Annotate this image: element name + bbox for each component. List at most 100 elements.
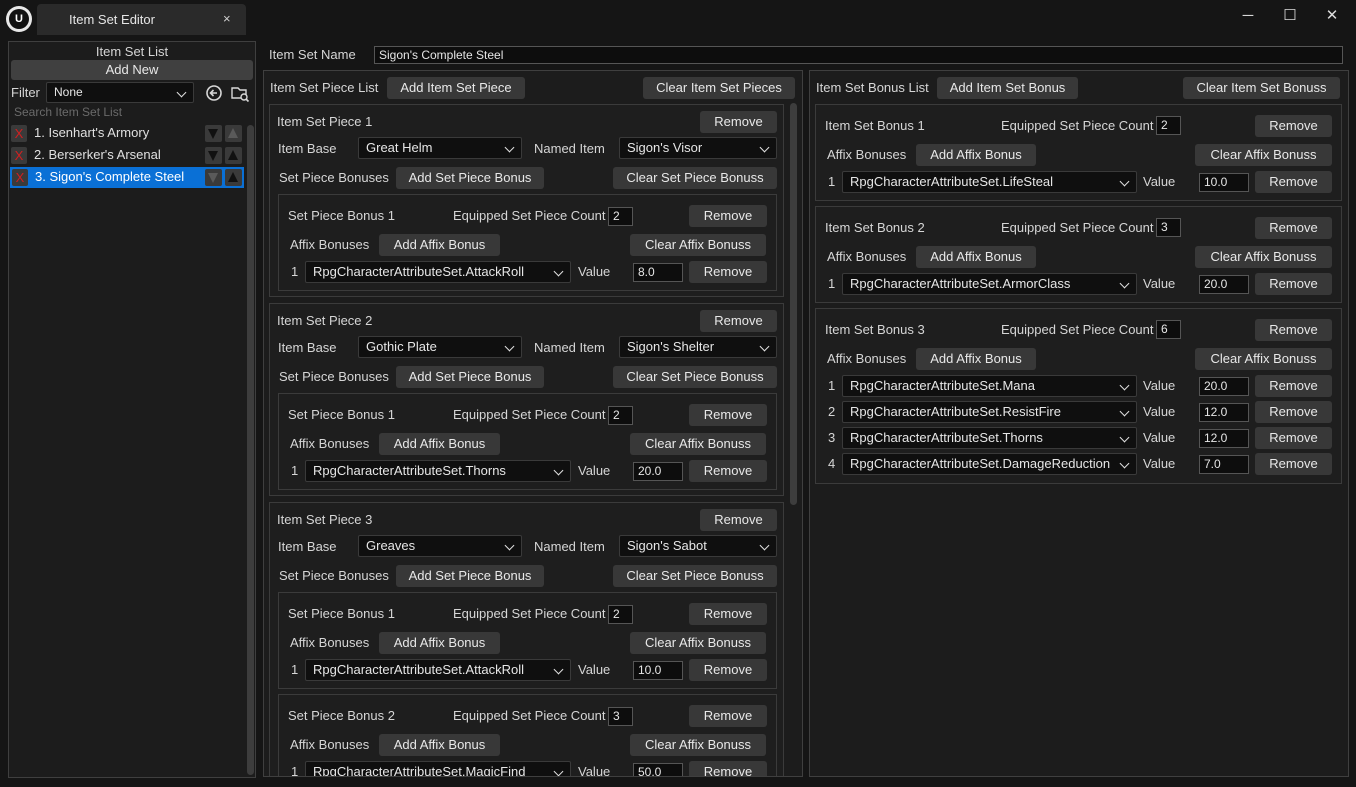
item-set-name-input[interactable]: Sigon's Complete Steel [374, 46, 1343, 64]
close-window-icon[interactable]: ✕ [1317, 5, 1347, 27]
list-item-selected[interactable]: X 3. Sigon's Complete Steel [10, 167, 244, 188]
equipped-count-input[interactable]: 2 [608, 207, 633, 226]
remove-affix-button[interactable]: Remove [1255, 375, 1332, 397]
affix-value-input[interactable]: 20.0 [633, 462, 683, 481]
remove-piece-button[interactable]: Remove [700, 509, 777, 531]
affix-attribute-dropdown[interactable]: RpgCharacterAttributeSet.Mana [842, 375, 1137, 397]
remove-affix-button[interactable]: Remove [1255, 171, 1332, 193]
add-item-set-piece-button[interactable]: Add Item Set Piece [387, 77, 525, 99]
item-base-dropdown[interactable]: Greaves [358, 535, 522, 557]
add-affix-bonus-button[interactable]: Add Affix Bonus [916, 246, 1036, 268]
add-affix-bonus-button[interactable]: Add Affix Bonus [379, 433, 500, 455]
affix-attribute-dropdown[interactable]: RpgCharacterAttributeSet.Thorns [842, 427, 1137, 449]
equipped-count-input[interactable]: 2 [1156, 116, 1181, 135]
add-affix-bonus-button[interactable]: Add Affix Bonus [379, 234, 500, 256]
add-affix-bonus-button[interactable]: Add Affix Bonus [379, 734, 500, 756]
add-affix-bonus-button[interactable]: Add Affix Bonus [379, 632, 500, 654]
remove-affix-button[interactable]: Remove [689, 261, 767, 283]
add-new-button[interactable]: Add New [11, 60, 253, 80]
filter-dropdown[interactable]: None [46, 82, 194, 103]
affix-value-input[interactable]: 12.0 [1199, 429, 1249, 448]
equipped-count-input[interactable]: 6 [1156, 320, 1181, 339]
clear-affix-bonuss-button[interactable]: Clear Affix Bonuss [630, 734, 766, 756]
maximize-icon[interactable]: ☐ [1275, 5, 1305, 27]
affix-value-input[interactable]: 12.0 [1199, 403, 1249, 422]
add-set-piece-bonus-button[interactable]: Add Set Piece Bonus [396, 167, 544, 189]
equipped-count-input[interactable]: 2 [608, 406, 633, 425]
remove-bonus-button[interactable]: Remove [689, 205, 767, 227]
equipped-count-input[interactable]: 2 [608, 605, 633, 624]
affix-attribute-dropdown[interactable]: RpgCharacterAttributeSet.Thorns [305, 460, 571, 482]
remove-item-icon[interactable]: X [12, 169, 28, 186]
remove-bonus-button[interactable]: Remove [689, 603, 767, 625]
remove-bonus-button[interactable]: Remove [1255, 115, 1332, 137]
named-item-dropdown[interactable]: Sigon's Sabot [619, 535, 777, 557]
item-base-dropdown[interactable]: Great Helm [358, 137, 522, 159]
move-up-icon[interactable] [225, 125, 242, 142]
affix-value-input[interactable]: 50.0 [633, 763, 683, 776]
clear-affix-bonuss-button[interactable]: Clear Affix Bonuss [1195, 348, 1332, 370]
affix-attribute-dropdown[interactable]: RpgCharacterAttributeSet.AttackRoll [305, 261, 571, 283]
list-item[interactable]: X 1. Isenhart's Armory [9, 123, 243, 144]
clear-set-piece-bonuss-button[interactable]: Clear Set Piece Bonuss [613, 565, 777, 587]
browse-folder-icon[interactable] [230, 83, 250, 103]
add-item-set-bonus-button[interactable]: Add Item Set Bonus [937, 77, 1078, 99]
add-affix-bonus-button[interactable]: Add Affix Bonus [916, 348, 1036, 370]
sidebar-scrollbar[interactable] [247, 125, 254, 775]
clear-set-piece-bonuss-button[interactable]: Clear Set Piece Bonuss [613, 366, 777, 388]
remove-item-icon[interactable]: X [11, 147, 27, 164]
list-item[interactable]: X 2. Berserker's Arsenal [9, 145, 243, 166]
clear-set-piece-bonuss-button[interactable]: Clear Set Piece Bonuss [613, 167, 777, 189]
remove-affix-button[interactable]: Remove [1255, 273, 1332, 295]
remove-affix-button[interactable]: Remove [1255, 453, 1332, 475]
affix-value-input[interactable]: 8.0 [633, 263, 683, 282]
add-set-piece-bonus-button[interactable]: Add Set Piece Bonus [396, 565, 544, 587]
affix-value-input[interactable]: 20.0 [1199, 377, 1249, 396]
add-affix-bonus-button[interactable]: Add Affix Bonus [916, 144, 1036, 166]
remove-bonus-button[interactable]: Remove [1255, 217, 1332, 239]
tab-item-set-editor[interactable]: Item Set Editor × [37, 4, 246, 35]
named-item-dropdown[interactable]: Sigon's Visor [619, 137, 777, 159]
remove-affix-button[interactable]: Remove [689, 460, 767, 482]
move-up-icon[interactable] [225, 169, 242, 186]
remove-affix-button[interactable]: Remove [689, 659, 767, 681]
affix-attribute-dropdown[interactable]: RpgCharacterAttributeSet.MagicFind [305, 761, 571, 776]
remove-affix-button[interactable]: Remove [1255, 401, 1332, 423]
navigate-back-icon[interactable] [205, 84, 223, 102]
equipped-count-input[interactable]: 3 [608, 707, 633, 726]
clear-affix-bonuss-button[interactable]: Clear Affix Bonuss [630, 234, 766, 256]
named-item-dropdown[interactable]: Sigon's Shelter [619, 336, 777, 358]
clear-affix-bonuss-button[interactable]: Clear Affix Bonuss [630, 433, 766, 455]
tab-close-icon[interactable]: × [223, 11, 231, 26]
affix-attribute-dropdown[interactable]: RpgCharacterAttributeSet.LifeSteal [842, 171, 1137, 193]
item-base-dropdown[interactable]: Gothic Plate [358, 336, 522, 358]
affix-attribute-dropdown[interactable]: RpgCharacterAttributeSet.DamageReduction [842, 453, 1137, 475]
clear-item-set-pieces-button[interactable]: Clear Item Set Pieces [643, 77, 795, 99]
affix-attribute-dropdown[interactable]: RpgCharacterAttributeSet.ResistFire [842, 401, 1137, 423]
affix-value-input[interactable]: 7.0 [1199, 455, 1249, 474]
add-set-piece-bonus-button[interactable]: Add Set Piece Bonus [396, 366, 544, 388]
clear-item-set-bonuss-button[interactable]: Clear Item Set Bonuss [1183, 77, 1340, 99]
affix-value-input[interactable]: 10.0 [1199, 173, 1249, 192]
remove-bonus-button[interactable]: Remove [1255, 319, 1332, 341]
remove-bonus-button[interactable]: Remove [689, 404, 767, 426]
move-up-icon[interactable] [225, 147, 242, 164]
affix-value-input[interactable]: 20.0 [1199, 275, 1249, 294]
remove-affix-button[interactable]: Remove [689, 761, 767, 776]
remove-piece-button[interactable]: Remove [700, 310, 777, 332]
clear-affix-bonuss-button[interactable]: Clear Affix Bonuss [1195, 246, 1332, 268]
equipped-count-input[interactable]: 3 [1156, 218, 1181, 237]
affix-value-input[interactable]: 10.0 [633, 661, 683, 680]
affix-attribute-dropdown[interactable]: RpgCharacterAttributeSet.AttackRoll [305, 659, 571, 681]
remove-item-icon[interactable]: X [11, 125, 27, 142]
affix-attribute-dropdown[interactable]: RpgCharacterAttributeSet.ArmorClass [842, 273, 1137, 295]
search-item-set-list-input[interactable]: Search Item Set List [14, 105, 122, 119]
piece-list-scrollbar[interactable] [790, 103, 797, 505]
clear-affix-bonuss-button[interactable]: Clear Affix Bonuss [1195, 144, 1332, 166]
move-down-icon[interactable] [205, 169, 222, 186]
move-down-icon[interactable] [205, 147, 222, 164]
remove-piece-button[interactable]: Remove [700, 111, 777, 133]
remove-affix-button[interactable]: Remove [1255, 427, 1332, 449]
remove-bonus-button[interactable]: Remove [689, 705, 767, 727]
clear-affix-bonuss-button[interactable]: Clear Affix Bonuss [630, 632, 766, 654]
